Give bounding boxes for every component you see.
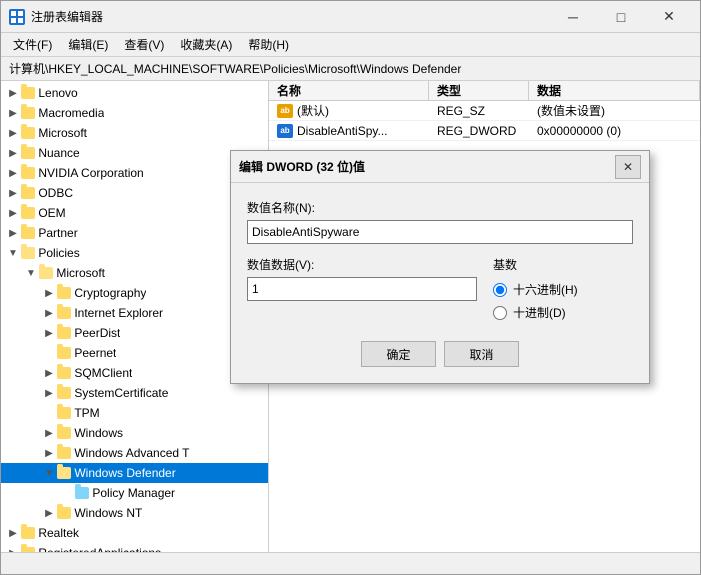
dialog-footer: 确定 取消 (247, 337, 633, 367)
base-section: 基数 十六进制(H) 十进制(D) (493, 256, 633, 321)
dialog-close-button[interactable]: ✕ (615, 155, 641, 179)
modal-overlay: 编辑 DWORD (32 位)值 ✕ 数值名称(N): 数值数据(V): 基数 … (0, 0, 701, 575)
dialog-value-input[interactable] (247, 277, 477, 301)
radio-hex-label[interactable]: 十六进制(H) (493, 281, 633, 298)
radio-dec[interactable] (493, 306, 507, 320)
dialog-title: 编辑 DWORD (32 位)值 (239, 158, 615, 175)
value-section: 数值数据(V): (247, 256, 477, 321)
dialog-cancel-button[interactable]: 取消 (444, 341, 519, 367)
radio-hex[interactable] (493, 283, 507, 297)
radio-group: 十六进制(H) 十进制(D) (493, 281, 633, 321)
dialog-ok-button[interactable]: 确定 (361, 341, 436, 367)
dialog-title-bar: 编辑 DWORD (32 位)值 ✕ (231, 151, 649, 183)
base-title: 基数 (493, 256, 633, 273)
dialog-name-input[interactable] (247, 220, 633, 244)
dialog-value-section: 数值数据(V): 基数 十六进制(H) 十进制(D) (247, 256, 633, 321)
dialog-name-label: 数值名称(N): (247, 199, 633, 216)
edit-dword-dialog: 编辑 DWORD (32 位)值 ✕ 数值名称(N): 数值数据(V): 基数 … (230, 150, 650, 384)
dialog-body: 数值名称(N): 数值数据(V): 基数 十六进制(H) (231, 183, 649, 383)
dialog-value-label: 数值数据(V): (247, 256, 477, 273)
radio-hex-label-text: 十六进制(H) (513, 281, 578, 298)
radio-dec-label-text: 十进制(D) (513, 304, 566, 321)
radio-dec-label[interactable]: 十进制(D) (493, 304, 633, 321)
